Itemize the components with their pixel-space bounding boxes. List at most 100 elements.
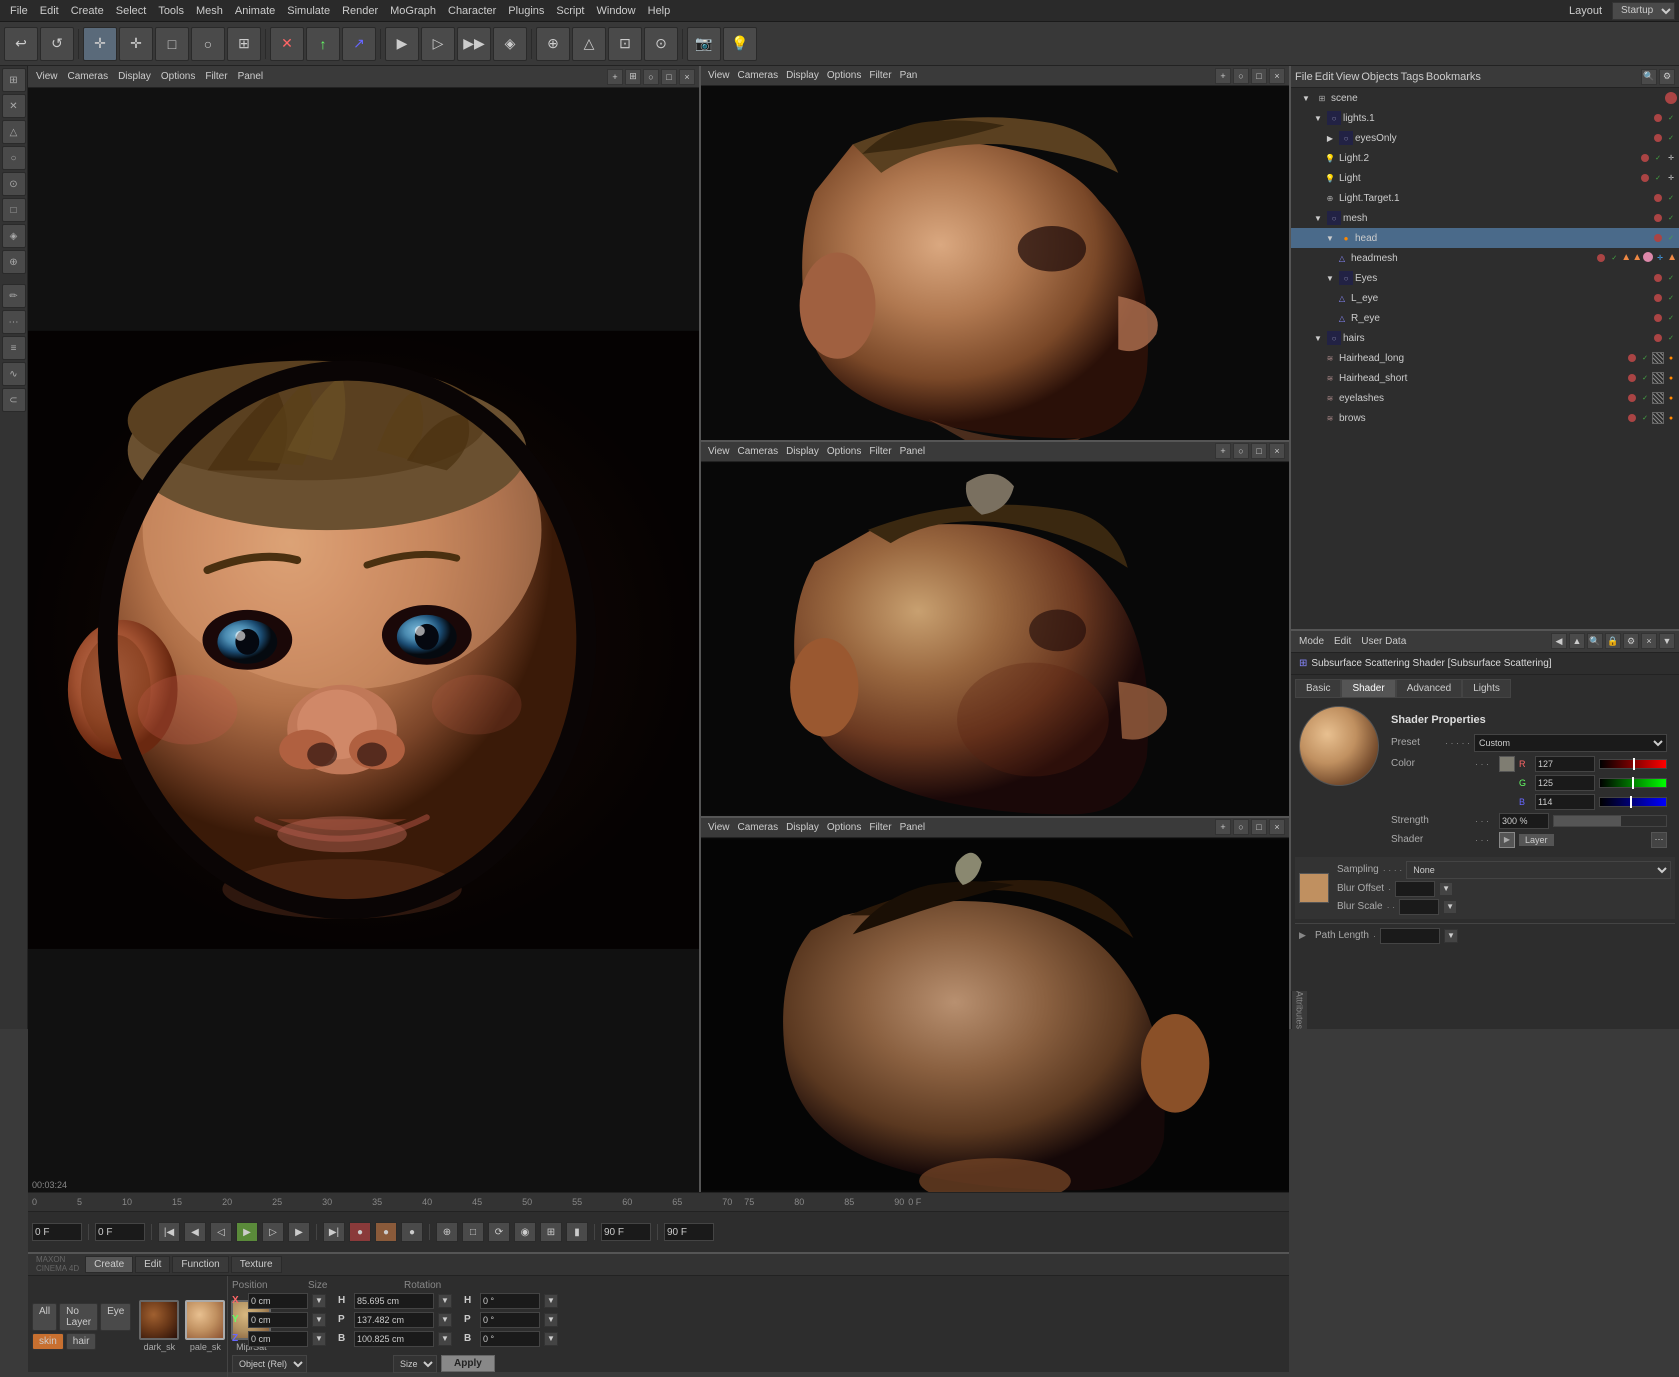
sp-close-icon[interactable]: × [1641, 633, 1657, 649]
move-tool[interactable]: ✛ [119, 27, 153, 61]
left-tool-5[interactable]: ⊙ [2, 172, 26, 196]
menu-help[interactable]: Help [642, 5, 677, 17]
om-edit[interactable]: Edit [1315, 71, 1334, 83]
om-item-leye[interactable]: △ L_eye ✓ [1291, 288, 1679, 308]
frame-end[interactable] [601, 1223, 651, 1241]
mv-bot-icon-1[interactable]: + [1215, 819, 1231, 835]
undo-button[interactable]: ↩ [4, 27, 38, 61]
vp-panel[interactable]: Panel [234, 71, 268, 82]
object-tool[interactable]: ⊕ [536, 27, 570, 61]
polygon-tool[interactable]: △ [572, 27, 606, 61]
mv-mid-icon-1[interactable]: + [1215, 443, 1231, 459]
strength-input[interactable] [1499, 813, 1549, 829]
key-all[interactable]: ● [401, 1222, 423, 1242]
tc-move[interactable]: ⊕ [436, 1222, 458, 1242]
preset-dropdown[interactable]: Custom [1474, 734, 1667, 752]
size-b[interactable] [354, 1331, 434, 1347]
sp-userdata[interactable]: User Data [1357, 636, 1410, 647]
shader-expand-icon[interactable]: ▶ [1499, 832, 1515, 848]
menu-render[interactable]: Render [336, 5, 384, 17]
mv-mid-filter[interactable]: Filter [866, 446, 894, 457]
rot-p[interactable] [480, 1312, 540, 1328]
size-h[interactable] [354, 1293, 434, 1309]
mv-mid-icon-3[interactable]: □ [1251, 443, 1267, 459]
menu-simulate[interactable]: Simulate [281, 5, 336, 17]
mv-bot-icon-4[interactable]: × [1269, 819, 1285, 835]
rot-p-down[interactable]: ▼ [544, 1313, 558, 1327]
mv-cameras[interactable]: Cameras [735, 70, 782, 81]
sp-mode[interactable]: Mode [1295, 636, 1328, 647]
vp-icon-5[interactable]: × [679, 69, 695, 85]
rot-b-down[interactable]: ▼ [544, 1332, 558, 1346]
left-tool-4[interactable]: ○ [2, 146, 26, 170]
sampling-dropdown[interactable]: None [1406, 861, 1671, 879]
mv-mid-display[interactable]: Display [783, 446, 822, 457]
path-length-stepper[interactable]: ▼ [1444, 929, 1458, 943]
tab-function[interactable]: Function [172, 1256, 228, 1273]
om-item-hairshort[interactable]: ≋ Hairhead_short ✓ ● [1291, 368, 1679, 388]
render-to-po[interactable]: ◈ [493, 27, 527, 61]
menu-file[interactable]: File [4, 5, 34, 17]
menu-create[interactable]: Create [65, 5, 110, 17]
blur-offset-stepper[interactable]: ▼ [1439, 882, 1453, 896]
menu-tools[interactable]: Tools [152, 5, 190, 17]
mv-bot-panel[interactable]: Panel [897, 822, 929, 833]
pos-x[interactable] [248, 1293, 308, 1309]
mv-bot-options[interactable]: Options [824, 822, 864, 833]
mv-bot-icon-3[interactable]: □ [1251, 819, 1267, 835]
filter-all[interactable]: All [32, 1303, 57, 1331]
object-manager-content[interactable]: ▼ ⊞ scene ▼ ○ lights.1 [1291, 88, 1679, 629]
record[interactable]: ● [349, 1222, 371, 1242]
mv-options[interactable]: Options [824, 70, 864, 81]
mv-icon-3[interactable]: □ [1251, 68, 1267, 84]
layout-selector[interactable]: Startup [1612, 2, 1675, 20]
next-frame[interactable]: ▷ [262, 1222, 284, 1242]
mv-icon-1[interactable]: + [1215, 68, 1231, 84]
mv-icon-2[interactable]: ○ [1233, 68, 1249, 84]
om-item-eyelashes[interactable]: ≋ eyelashes ✓ ● [1291, 388, 1679, 408]
om-tags[interactable]: Tags [1401, 71, 1424, 83]
om-item-hairs[interactable]: ▼ ○ hairs ✓ [1291, 328, 1679, 348]
sp-tab-advanced[interactable]: Advanced [1396, 679, 1462, 698]
scale-tool[interactable]: □ [155, 27, 189, 61]
om-view[interactable]: View [1336, 71, 1360, 83]
blur-offset-input[interactable]: 0 % [1395, 881, 1435, 897]
size-b-down[interactable]: ▼ [438, 1332, 452, 1346]
om-item-lights1[interactable]: ▼ ○ lights.1 ✓ [1291, 108, 1679, 128]
om-settings-icon[interactable]: ⚙ [1659, 69, 1675, 85]
om-item-head[interactable]: ▼ ● head ✓ [1291, 228, 1679, 248]
mv-pan[interactable]: Pan [897, 70, 921, 81]
color-r-input[interactable] [1535, 756, 1595, 772]
mv-bot-icon-2[interactable]: ○ [1233, 819, 1249, 835]
x-axis[interactable]: ✕ [270, 27, 304, 61]
vp-icon-3[interactable]: ○ [643, 69, 659, 85]
path-length-input[interactable]: 0.15 cm [1380, 928, 1440, 944]
om-item-headmesh[interactable]: △ headmesh ✓ ▲ ▲ ✛ ▲ [1291, 248, 1679, 268]
menu-select[interactable]: Select [110, 5, 153, 17]
om-item-eyesonly[interactable]: ▶ ○ eyesOnly ✓ [1291, 128, 1679, 148]
left-tool-3[interactable]: △ [2, 120, 26, 144]
color-g-slider[interactable] [1599, 777, 1667, 789]
render-all[interactable]: ▶▶ [457, 27, 491, 61]
rotate-tool[interactable]: ○ [191, 27, 225, 61]
mv-filter[interactable]: Filter [866, 70, 894, 81]
menu-window[interactable]: Window [591, 5, 642, 17]
vp-icon-1[interactable]: + [607, 69, 623, 85]
om-objects[interactable]: Objects [1361, 71, 1398, 83]
sp-tab-shader[interactable]: Shader [1341, 679, 1395, 698]
sp-lock-icon[interactable]: 🔒 [1605, 633, 1621, 649]
color-b-slider[interactable] [1599, 796, 1667, 808]
go-first[interactable]: |◀ [158, 1222, 180, 1242]
play-back[interactable]: ◀ [184, 1222, 206, 1242]
om-item-light[interactable]: 💡 Light ✓ ✛ [1291, 168, 1679, 188]
size-h-down[interactable]: ▼ [438, 1294, 452, 1308]
menu-mesh[interactable]: Mesh [190, 5, 229, 17]
point-tool[interactable]: ⊙ [644, 27, 678, 61]
menu-edit[interactable]: Edit [34, 5, 65, 17]
left-tool-6[interactable]: □ [2, 198, 26, 222]
rot-b[interactable] [480, 1331, 540, 1347]
sp-icon-2[interactable]: ▲ [1569, 633, 1585, 649]
left-tool-12[interactable]: ∿ [2, 362, 26, 386]
left-tool-2[interactable]: ✕ [2, 94, 26, 118]
mv-bot-view[interactable]: View [705, 822, 733, 833]
